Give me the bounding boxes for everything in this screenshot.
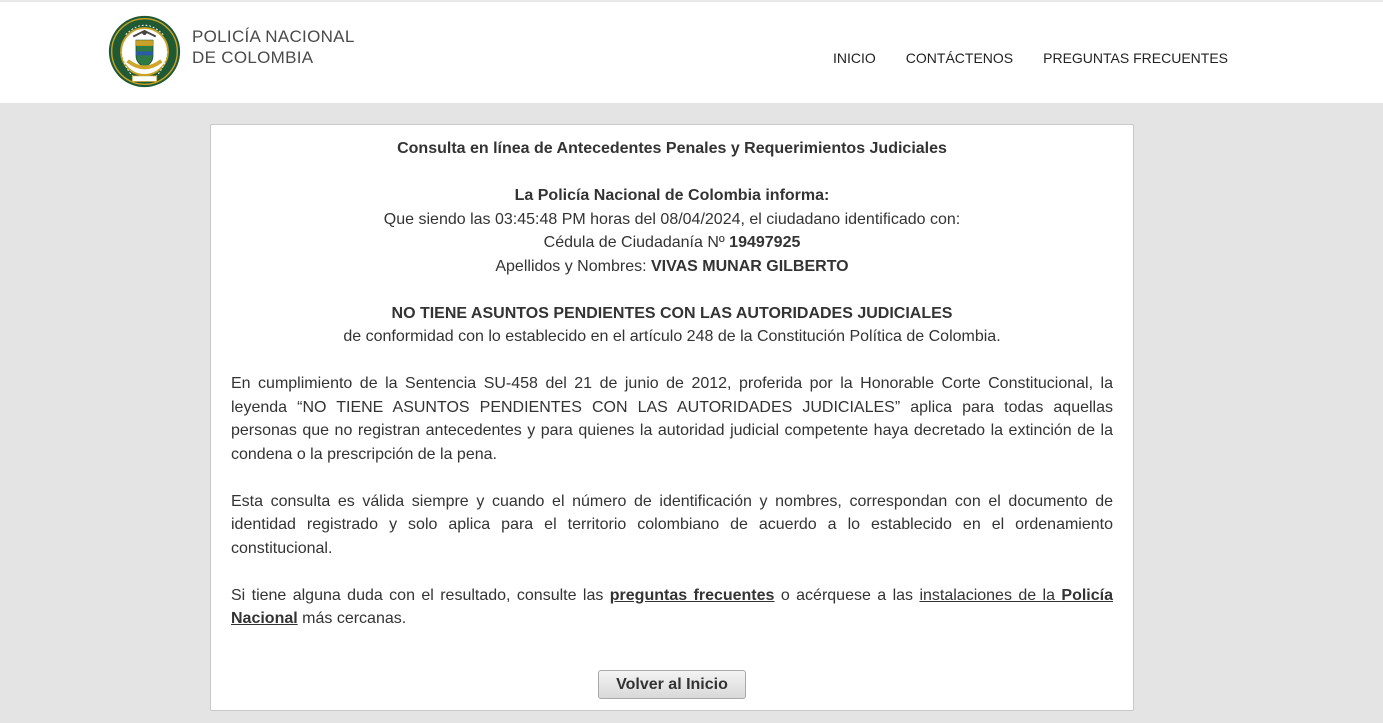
nav-contactenos[interactable]: CONTÁCTENOS [906,50,1013,66]
paragraph-dudas: Si tiene alguna duda con el resultado, c… [231,584,1113,631]
id-number: 19497925 [729,234,801,251]
faq-link[interactable]: preguntas frecuentes [610,587,775,604]
dudas-text-1: Si tiene alguna duda con el resultado, c… [231,586,604,604]
status-note: de conformidad con lo establecido en el … [343,328,1001,345]
paragraph-validez: Esta consulta es válida siempre y cuando… [231,492,1113,557]
back-home-button[interactable]: Volver al Inicio [598,670,746,699]
paragraph-sentencia: En cumplimiento de la Sentencia SU-458 d… [231,375,1113,463]
dudas-text-2: o acérquese a las [780,586,914,604]
id-label: Cédula de Ciudadanía Nº [543,234,725,251]
brand[interactable]: POLICÍA NACIONAL DE COLOMBIA [107,14,355,89]
result-card: Consulta en línea de Antecedentes Penale… [210,124,1134,711]
query-time-line: Que siendo las 03:45:48 PM horas del 08/… [383,210,961,228]
informa-heading: La Policía Nacional de Colombia informa: [514,187,830,204]
status-message: NO TIENE ASUNTOS PENDIENTES CON LAS AUTO… [391,304,953,322]
nav-inicio[interactable]: INICIO [833,50,876,66]
site-header: POLICÍA NACIONAL DE COLOMBIA INICIO CONT… [0,2,1383,103]
dudas-text-3: más cercanas. [302,610,407,627]
name-value: VIVAS MUNAR GILBERTO [650,257,849,275]
name-line: Apellidos y Nombres: VIVAS MUNAR GILBERT… [231,255,1113,279]
police-seal-icon [108,15,181,88]
brand-name: POLICÍA NACIONAL DE COLOMBIA [192,26,355,68]
main-nav: INICIO CONTÁCTENOS PREGUNTAS FRECUENTES [803,50,1228,66]
brand-line-2: DE COLOMBIA [192,47,314,67]
name-label: Apellidos y Nombres: [495,257,647,275]
nav-preguntas-frecuentes[interactable]: PREGUNTAS FRECUENTES [1043,50,1228,66]
result-title: Consulta en línea de Antecedentes Penale… [397,140,947,157]
installations-link-text: instalaciones de la [919,586,1055,604]
id-line: Cédula de Ciudadanía Nº 19497925 [231,231,1113,255]
brand-line-1: POLICÍA NACIONAL [192,26,355,46]
